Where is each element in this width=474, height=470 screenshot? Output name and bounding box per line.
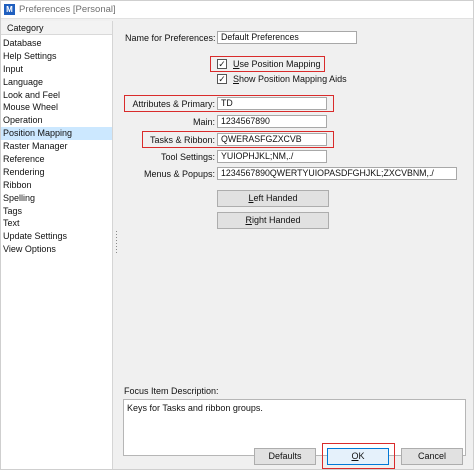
title-bar: M Preferences [Personal] — [1, 1, 473, 19]
category-item[interactable]: Language — [1, 76, 112, 89]
attributes-field[interactable]: TD — [217, 97, 327, 110]
defaults-button[interactable]: Defaults — [254, 448, 316, 465]
category-header[interactable]: Category — [1, 21, 112, 35]
category-item[interactable]: Tags — [1, 205, 112, 218]
main-field[interactable]: 1234567890 — [217, 115, 327, 128]
tasks-field[interactable]: QWERASFGZXCVB — [217, 133, 327, 146]
window-title: Preferences [Personal] — [19, 4, 116, 15]
preferences-window: M Preferences [Personal] Category Databa… — [0, 0, 474, 470]
menus-popups-field[interactable]: 1234567890QWERTYUIOPASDFGHJKL;ZXCVBNM,./ — [217, 167, 457, 180]
focus-description-label: Focus Item Description: — [124, 386, 219, 396]
category-item[interactable]: View Options — [1, 243, 112, 256]
menus-popups-label: Menus & Popups: — [143, 169, 215, 179]
show-mapping-aids-label[interactable]: Show Position Mapping Aids — [233, 74, 347, 84]
cancel-button[interactable]: Cancel — [401, 448, 463, 465]
category-item[interactable]: Rendering — [1, 166, 112, 179]
category-item[interactable]: Update Settings — [1, 230, 112, 243]
category-item[interactable]: Text — [1, 217, 112, 230]
name-field[interactable]: Default Preferences — [217, 31, 357, 44]
tool-settings-label: Tool Settings: — [160, 152, 215, 162]
show-mapping-aids-checkbox[interactable]: ✓ — [217, 74, 227, 84]
right-handed-button[interactable]: Right Handed — [217, 212, 329, 229]
tool-settings-field[interactable]: YUIOPHJKL;NM,./ — [217, 150, 327, 163]
left-handed-button[interactable]: Left Handed — [217, 190, 329, 207]
name-label: Name for Preferences: — [125, 33, 216, 43]
category-item[interactable]: Spelling — [1, 192, 112, 205]
category-item[interactable]: Help Settings — [1, 50, 112, 63]
category-item[interactable]: Look and Feel — [1, 89, 112, 102]
ok-button[interactable]: OK — [327, 448, 389, 465]
category-item[interactable]: Mouse Wheel — [1, 101, 112, 114]
use-position-mapping-label[interactable]: Use Position Mapping — [233, 59, 321, 69]
position-mapping-form: Name for Preferences: Default Preference… — [119, 21, 473, 469]
tasks-label: Tasks & Ribbon: — [149, 135, 215, 145]
category-list: Database Help Settings Input Language Look a… — [1, 37, 112, 256]
category-item[interactable]: Ribbon — [1, 179, 112, 192]
attributes-label: Attributes & Primary: — [132, 99, 215, 109]
category-panel: Category Database Help Settings Input Langu… — [1, 21, 113, 469]
category-item[interactable]: Database — [1, 37, 112, 50]
use-position-mapping-checkbox[interactable]: ✓ — [217, 59, 227, 69]
category-item[interactable]: Raster Manager — [1, 140, 112, 153]
splitter-grip[interactable] — [114, 231, 118, 259]
category-item[interactable]: Reference — [1, 153, 112, 166]
category-item[interactable]: Input — [1, 63, 112, 76]
main-label: Main: — [192, 117, 215, 127]
category-item[interactable]: Position Mapping — [1, 127, 112, 141]
app-icon: M — [4, 4, 15, 15]
category-item[interactable]: Operation — [1, 114, 112, 127]
